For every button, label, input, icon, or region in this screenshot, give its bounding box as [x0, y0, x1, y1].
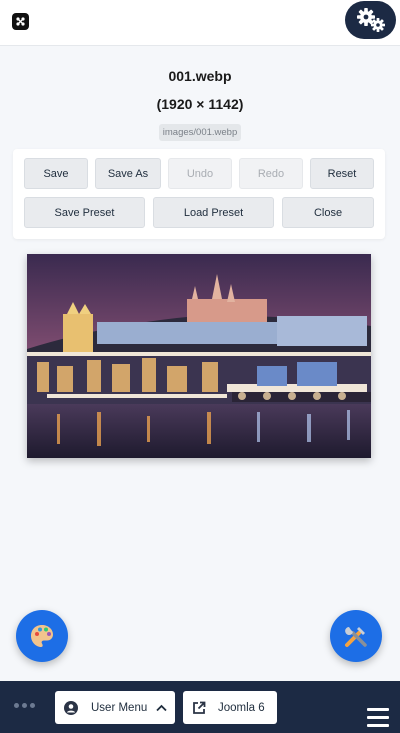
top-bar	[0, 0, 400, 46]
image-filename: 001.webp	[168, 68, 232, 84]
tools-icon	[345, 627, 367, 647]
user-menu-button[interactable]: User Menu	[55, 691, 175, 724]
close-button[interactable]: Close	[282, 197, 374, 228]
more-dots-icon[interactable]	[14, 703, 35, 708]
save-button[interactable]: Save	[24, 158, 88, 189]
site-link-label: Joomla 6	[218, 701, 265, 714]
tools-button[interactable]	[330, 610, 382, 662]
gears-icon	[356, 8, 385, 32]
site-link-button[interactable]: Joomla 6	[183, 691, 277, 724]
hamburger-menu-icon[interactable]	[367, 708, 389, 732]
user-menu-label: User Menu	[91, 701, 148, 714]
undo-button[interactable]: Undo	[168, 158, 232, 189]
user-circle-icon	[64, 700, 78, 715]
chevron-up-icon	[156, 704, 167, 711]
save-preset-button[interactable]: Save Preset	[24, 197, 145, 228]
external-link-icon	[193, 701, 206, 714]
settings-button[interactable]	[345, 1, 396, 39]
palette-icon	[31, 625, 53, 647]
palette-button[interactable]	[16, 610, 68, 662]
redo-button[interactable]: Redo	[239, 158, 303, 189]
load-preset-button[interactable]: Load Preset	[153, 197, 274, 228]
image-path-badge: images/001.webp	[158, 124, 242, 141]
reset-button[interactable]: Reset	[310, 158, 374, 189]
save-as-button[interactable]: Save As	[95, 158, 161, 189]
image-dimensions: (1920 × 1142)	[156, 96, 244, 112]
joomla-logo-icon[interactable]	[12, 13, 29, 30]
bottom-bar: User Menu Joomla 6	[0, 681, 400, 733]
editor-toolbar: Save Save As Undo Redo Reset Save Preset…	[13, 149, 385, 239]
image-preview[interactable]	[27, 254, 371, 458]
